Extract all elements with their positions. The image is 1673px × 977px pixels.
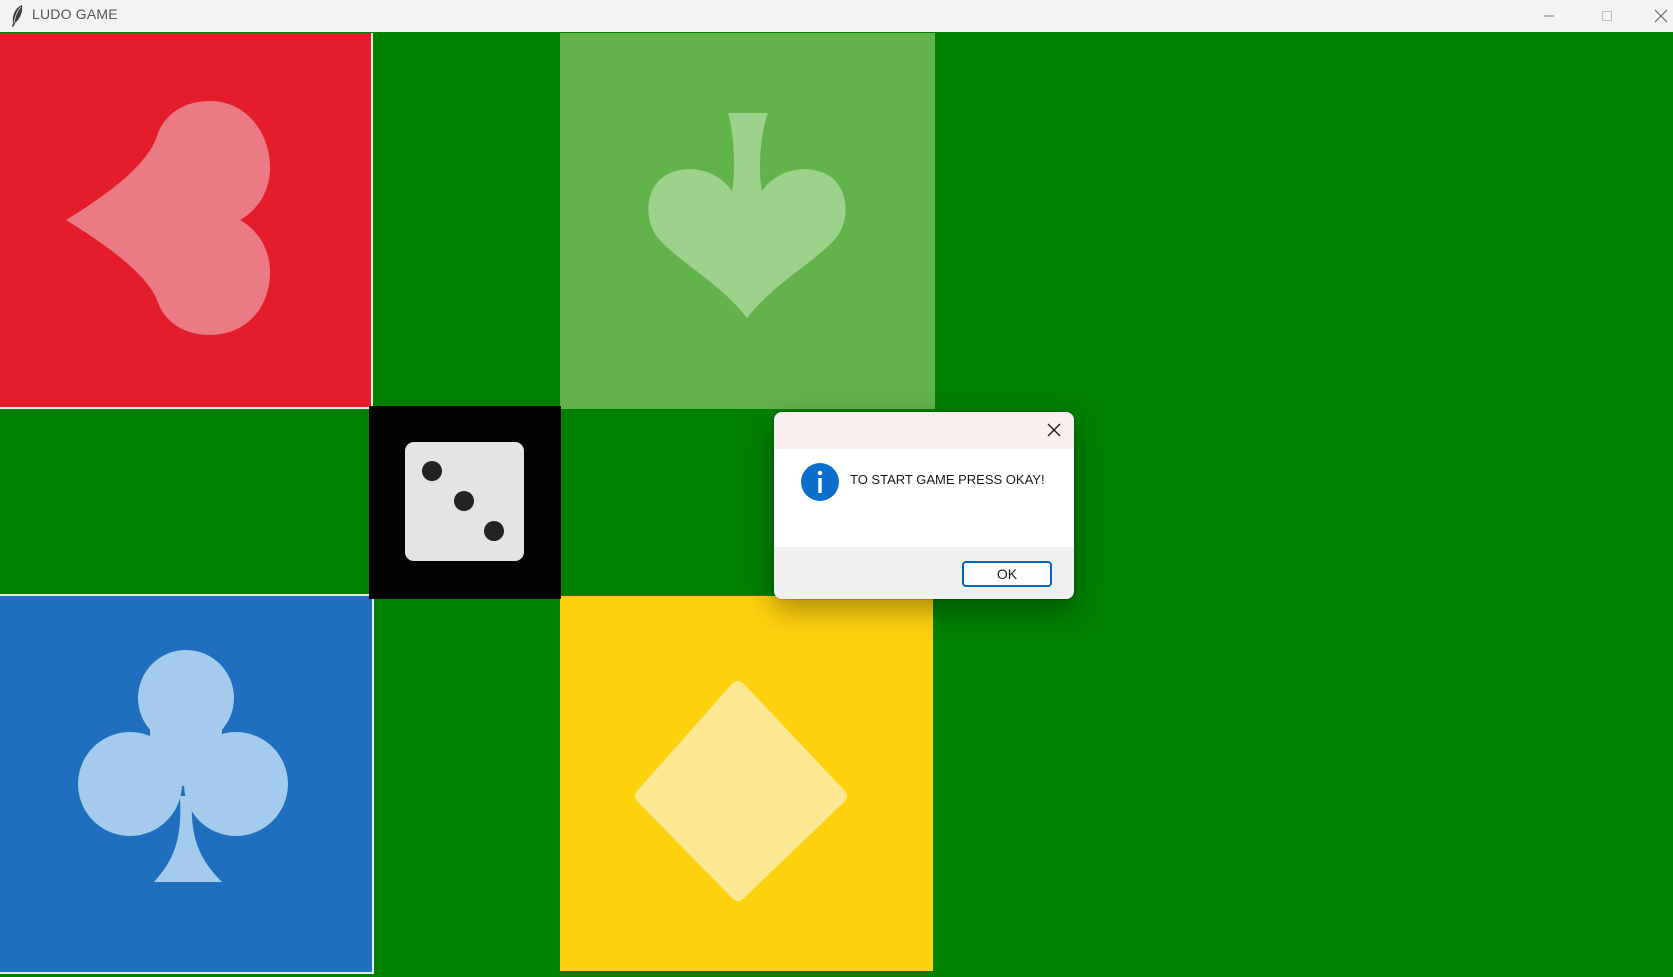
dialog-title-bar [774, 412, 1074, 449]
dialog-body: TO START GAME PRESS OKAY! [774, 449, 1074, 559]
home-green [560, 33, 935, 409]
dice-pip [454, 491, 474, 511]
feather-icon [8, 4, 26, 28]
home-blue [0, 594, 374, 974]
window-title: LUDO GAME [32, 6, 118, 22]
spade-icon [648, 113, 846, 318]
dialog-close-button[interactable] [1038, 415, 1070, 445]
minimize-button[interactable] [1526, 0, 1572, 32]
start-game-dialog: TO START GAME PRESS OKAY! OK [774, 412, 1074, 599]
close-icon [1047, 423, 1061, 437]
dice-pip [422, 461, 442, 481]
home-yellow [560, 596, 933, 971]
dice-pip [484, 521, 504, 541]
heart-icon [66, 101, 270, 335]
club-icon [78, 650, 288, 882]
ludo-window: LUDO GAME TO START GAME PRESS OKAY! OK [0, 0, 1673, 977]
dialog-message: TO START GAME PRESS OKAY! [850, 472, 1045, 487]
maximize-icon [1602, 11, 1612, 21]
ok-button[interactable]: OK [962, 561, 1052, 587]
info-icon [801, 463, 839, 501]
title-bar: LUDO GAME [0, 0, 1673, 32]
home-red [0, 33, 373, 409]
dice-area[interactable] [369, 406, 561, 599]
diamond-icon [635, 681, 847, 901]
dice-three-icon[interactable] [405, 442, 524, 561]
close-button[interactable] [1642, 0, 1673, 32]
dialog-footer: OK [774, 547, 1074, 599]
close-icon [1654, 9, 1668, 23]
minimize-icon [1544, 15, 1554, 17]
maximize-button[interactable] [1584, 0, 1630, 32]
